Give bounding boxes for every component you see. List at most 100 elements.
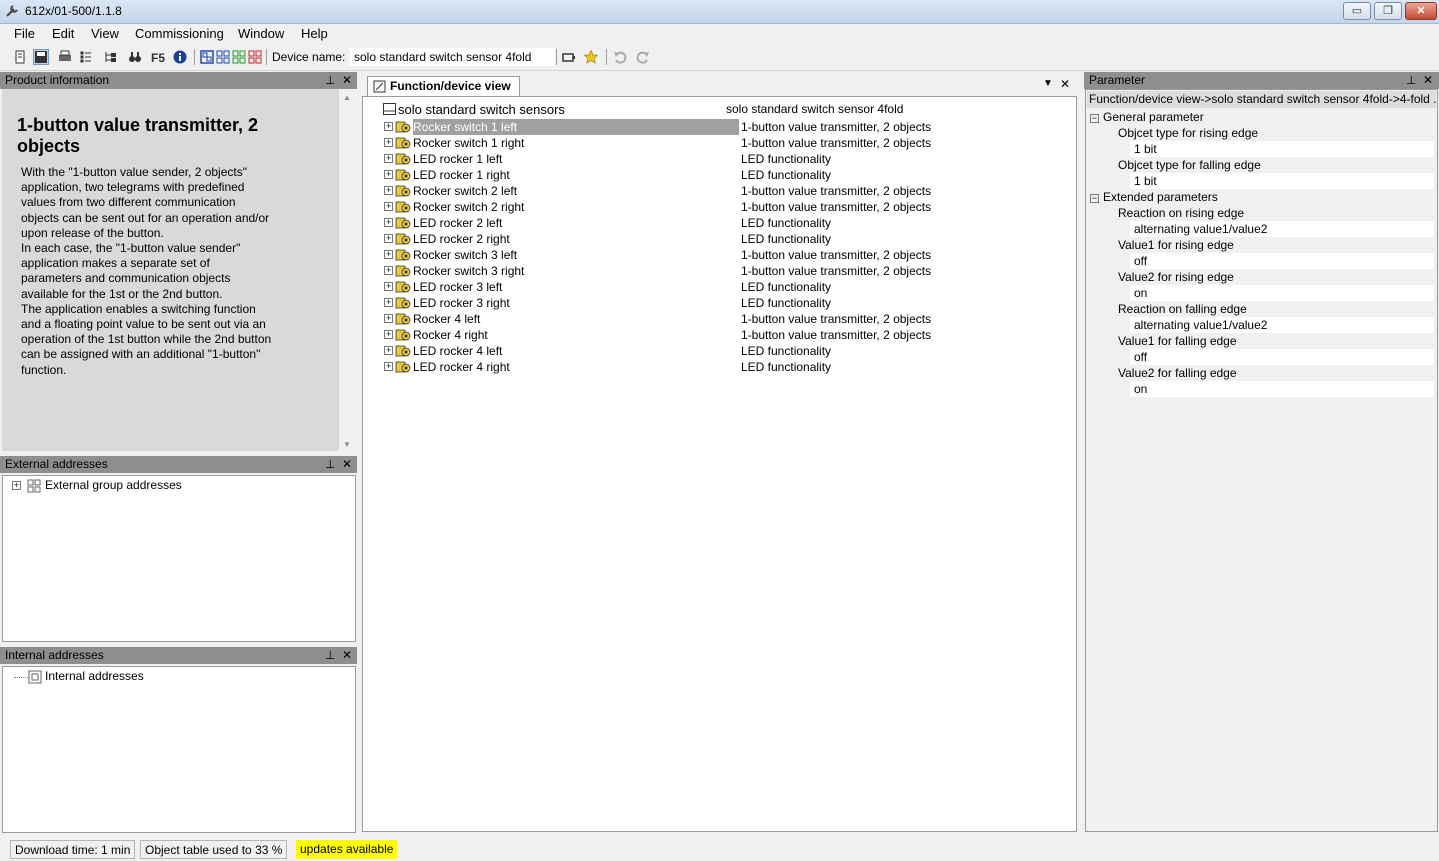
close-icon[interactable]: ✕	[1060, 77, 1070, 91]
tree-row[interactable]: + Rocker switch 1 left 1-button value tran…	[363, 119, 1075, 135]
tree-row[interactable]: + Rocker 4 right 1-button value transmitte…	[363, 327, 1075, 343]
close-button[interactable]: ✕	[1405, 2, 1437, 20]
tree-row-name[interactable]: Rocker switch 1 right	[413, 135, 524, 151]
close-icon[interactable]: ✕	[342, 72, 352, 89]
redo-icon[interactable]	[636, 50, 650, 64]
expand-icon[interactable]: +	[384, 202, 393, 211]
tree-root-label[interactable]: solo standard switch sensors	[398, 102, 565, 118]
device-icon[interactable]	[562, 50, 576, 64]
tree-row-name[interactable]: LED rocker 4 right	[413, 359, 510, 375]
tree-row[interactable]: + LED rocker 2 left LED functionality	[363, 215, 1075, 231]
expand-icon[interactable]: +	[384, 362, 393, 371]
expand-icon[interactable]: +	[384, 346, 393, 355]
internal-addresses-item[interactable]: Internal addresses	[45, 668, 144, 684]
tree-row[interactable]: + Rocker switch 1 right 1-button value tra…	[363, 135, 1075, 151]
menu-edit[interactable]: Edit	[52, 26, 74, 41]
expand-icon[interactable]: +	[384, 138, 393, 147]
view3-icon[interactable]	[232, 50, 246, 64]
menu-commissioning[interactable]: Commissioning	[135, 26, 224, 41]
parameter-value-field[interactable]: on	[1130, 381, 1434, 397]
star-icon[interactable]	[584, 50, 598, 64]
menu-help[interactable]: Help	[301, 26, 328, 41]
f5-icon[interactable]: F5	[151, 50, 165, 64]
tree-row-name[interactable]: LED rocker 4 left	[413, 343, 502, 359]
tab-function-device-view[interactable]: Function/device view	[367, 76, 520, 96]
pin-icon[interactable]: ⊥	[325, 72, 335, 89]
tree-row-name[interactable]: Rocker switch 3 left	[413, 247, 517, 263]
external-group-addresses-item[interactable]: External group addresses	[45, 477, 182, 493]
parameter-group[interactable]: − General parameter	[1090, 109, 1204, 125]
expand-icon[interactable]: +	[384, 282, 393, 291]
tree-row-name[interactable]: LED rocker 2 right	[413, 231, 510, 247]
collapse-icon[interactable]: −	[1090, 114, 1099, 123]
pin-icon[interactable]: ⊥	[325, 456, 335, 473]
save-icon[interactable]	[33, 49, 49, 65]
tree-row[interactable]: + Rocker switch 3 right 1-button value tra…	[363, 263, 1075, 279]
binoculars-icon[interactable]	[128, 50, 142, 64]
tree-row-name[interactable]: LED rocker 1 right	[413, 167, 510, 183]
expand-icon[interactable]: +	[384, 298, 393, 307]
info-icon[interactable]	[173, 50, 187, 64]
scroll-up-icon[interactable]: ▲	[343, 93, 351, 102]
menu-window[interactable]: Window	[238, 26, 284, 41]
tree-row[interactable]: + Rocker switch 2 left 1-button value tran…	[363, 183, 1075, 199]
tree-row-name[interactable]: LED rocker 1 left	[413, 151, 502, 167]
updates-available-badge[interactable]: updates available	[296, 840, 398, 859]
collapse-icon[interactable]: −	[1090, 194, 1099, 203]
parameter-value-field[interactable]: off	[1130, 253, 1434, 269]
expand-icon[interactable]: +	[384, 154, 393, 163]
maximize-button[interactable]: ❐	[1374, 2, 1402, 20]
tree-row[interactable]: + LED rocker 4 right LED functionality	[363, 359, 1075, 375]
expand-icon[interactable]: +	[384, 170, 393, 179]
expand-icon[interactable]: +	[384, 218, 393, 227]
product-info-scrollbar[interactable]: ▲ ▼	[339, 89, 356, 451]
menu-view[interactable]: View	[91, 26, 119, 41]
expand-icon[interactable]: +	[384, 314, 393, 323]
close-icon[interactable]: ✕	[342, 647, 352, 664]
tree-row[interactable]: + Rocker switch 2 right 1-button value tra…	[363, 199, 1075, 215]
close-icon[interactable]: ✕	[342, 456, 352, 473]
tree-row[interactable]: + LED rocker 3 left LED functionality	[363, 279, 1075, 295]
pin-icon[interactable]: ⊥	[1406, 72, 1416, 89]
close-icon[interactable]: ✕	[1423, 72, 1433, 89]
menu-file[interactable]: File	[14, 26, 35, 41]
tree-row[interactable]: + LED rocker 1 left LED functionality	[363, 151, 1075, 167]
expand-icon[interactable]: +	[384, 250, 393, 259]
tree-row-name[interactable]: Rocker 4 left	[413, 311, 480, 327]
tab-dropdown-icon[interactable]: ▼	[1043, 78, 1053, 89]
tree-row-name[interactable]: Rocker switch 2 right	[413, 199, 524, 215]
tree-row[interactable]: + LED rocker 3 right LED functionality	[363, 295, 1075, 311]
print-icon[interactable]	[58, 50, 72, 64]
parameter-value-field[interactable]: alternating value1/value2	[1130, 221, 1434, 237]
expand-icon[interactable]: +	[384, 122, 393, 131]
tree-icon[interactable]	[104, 50, 118, 64]
parameter-value-field[interactable]: off	[1130, 349, 1434, 365]
view4-icon[interactable]	[248, 50, 262, 64]
view1-icon[interactable]	[200, 50, 214, 64]
tree-row-name[interactable]: LED rocker 3 left	[413, 279, 502, 295]
tree-row[interactable]: + Rocker 4 left 1-button value transmitter…	[363, 311, 1075, 327]
expand-icon[interactable]: +	[384, 266, 393, 275]
tree-row[interactable]: + LED rocker 2 right LED functionality	[363, 231, 1075, 247]
tree-row-name[interactable]: Rocker 4 right	[413, 327, 488, 343]
parameter-value-field[interactable]: 1 bit	[1130, 141, 1434, 157]
parameter-group[interactable]: − Extended parameters	[1090, 189, 1218, 205]
list-icon[interactable]	[79, 50, 93, 64]
minimize-button[interactable]: ▭	[1343, 2, 1371, 20]
tree-row[interactable]: + LED rocker 1 right LED functionality	[363, 167, 1075, 183]
tree-row-name[interactable]: LED rocker 3 right	[413, 295, 510, 311]
tree-row[interactable]: + LED rocker 4 left LED functionality	[363, 343, 1075, 359]
tree-row-name[interactable]: LED rocker 2 left	[413, 215, 502, 231]
expand-icon[interactable]: +	[12, 481, 21, 490]
tree-row-name[interactable]: Rocker switch 2 left	[413, 183, 517, 199]
parameter-value-field[interactable]: on	[1130, 285, 1434, 301]
expand-icon[interactable]: +	[384, 330, 393, 339]
device-name-field[interactable]: solo standard switch sensor 4fold	[350, 48, 555, 66]
tree-row-name[interactable]: Rocker switch 3 right	[413, 263, 524, 279]
pin-icon[interactable]: ⊥	[325, 647, 335, 664]
parameter-value-field[interactable]: alternating value1/value2	[1130, 317, 1434, 333]
tree-row[interactable]: + Rocker switch 3 left 1-button value tran…	[363, 247, 1075, 263]
view2-icon[interactable]	[216, 50, 230, 64]
scroll-down-icon[interactable]: ▼	[343, 440, 351, 449]
expand-icon[interactable]: +	[384, 234, 393, 243]
